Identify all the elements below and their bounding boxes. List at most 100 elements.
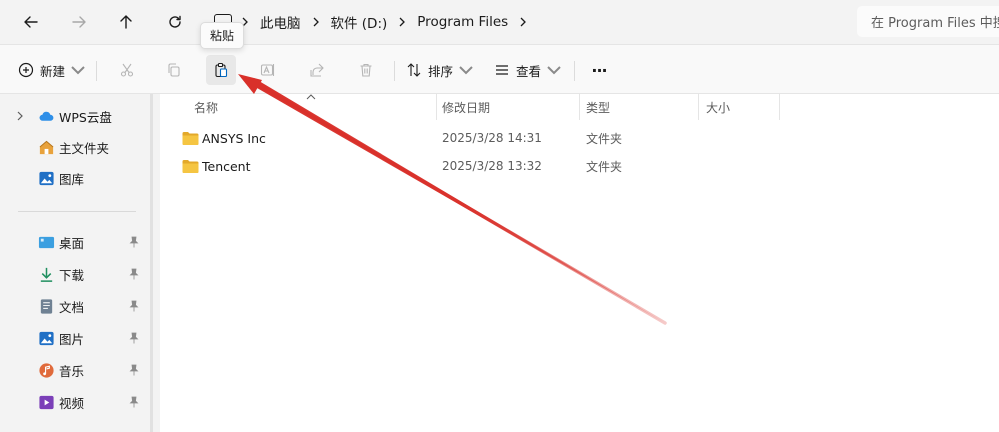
share-button[interactable] <box>302 55 332 85</box>
back-button[interactable] <box>16 8 46 36</box>
cloud-icon <box>38 108 55 125</box>
desktop-icon <box>38 234 55 251</box>
document-icon <box>38 298 55 315</box>
copy-button[interactable] <box>159 55 189 85</box>
sidebar-item-label: 视频 <box>59 395 85 411</box>
sidebar-item-pictures[interactable]: 图片 <box>0 323 150 353</box>
pin-icon[interactable] <box>128 236 140 248</box>
chevron-down-icon <box>71 66 85 75</box>
file-date: 2025/3/28 14:31 <box>442 131 542 145</box>
file-name: ANSYS Inc <box>202 130 266 146</box>
breadcrumb-program-files[interactable]: Program Files <box>413 14 512 30</box>
sidebar-divider <box>18 211 136 212</box>
column-header-date[interactable]: 修改日期 <box>442 94 490 120</box>
sidebar-item-label: 图库 <box>59 171 85 187</box>
chevron-right-icon[interactable] <box>512 8 534 36</box>
column-divider[interactable] <box>698 94 699 120</box>
column-header-name[interactable]: 名称 <box>194 94 218 120</box>
sidebar-item-label: 桌面 <box>59 235 85 251</box>
sidebar-item-wps-cloud[interactable]: WPS云盘 <box>0 101 150 131</box>
file-name: Tencent <box>202 158 251 174</box>
plus-circle-icon <box>18 62 34 78</box>
column-divider[interactable] <box>579 94 580 120</box>
column-divider[interactable] <box>436 94 437 120</box>
cut-button[interactable] <box>112 55 142 85</box>
more-options-button[interactable]: ··· <box>584 55 614 85</box>
sidebar-item-downloads[interactable]: 下载 <box>0 259 150 289</box>
search-placeholder: 在 Program Files 中搜 <box>871 16 999 31</box>
search-input[interactable]: 在 Program Files 中搜 <box>857 6 999 37</box>
video-icon <box>38 394 55 411</box>
pin-icon[interactable] <box>128 396 140 408</box>
arrow-left-icon <box>24 16 38 28</box>
sidebar-item-label: 主文件夹 <box>59 140 110 156</box>
sidebar-item-label: WPS云盘 <box>59 109 112 125</box>
pictures-icon <box>38 330 55 347</box>
view-button[interactable]: 查看 <box>492 55 564 85</box>
breadcrumb-drive-d[interactable]: 软件 (D:) <box>327 12 392 32</box>
refresh-icon <box>169 15 181 28</box>
gallery-icon <box>38 170 55 187</box>
sort-button[interactable]: 排序 <box>404 55 476 85</box>
sidebar-item-gallery[interactable]: 图库 <box>0 163 150 193</box>
delete-button[interactable] <box>351 55 381 85</box>
sidebar-item-desktop[interactable]: 桌面 <box>0 227 150 257</box>
pin-icon[interactable] <box>128 332 140 344</box>
toolbar-divider <box>96 61 97 81</box>
chevron-right-icon[interactable] <box>391 8 413 36</box>
trash-icon <box>360 63 372 77</box>
new-button-label: 新建 <box>39 63 65 79</box>
table-row[interactable]: ANSYS Inc 2025/3/28 14:31 文件夹 <box>178 125 738 151</box>
clipboard-icon <box>215 62 228 78</box>
breadcrumb-this-pc[interactable]: 此电脑 <box>256 12 305 32</box>
sidebar-item-label: 图片 <box>59 331 85 347</box>
folder-icon <box>182 132 199 145</box>
pin-icon[interactable] <box>128 300 140 312</box>
download-icon <box>38 266 55 283</box>
chevron-right-icon[interactable] <box>15 111 25 121</box>
column-header-type[interactable]: 类型 <box>586 94 610 120</box>
up-button[interactable] <box>111 8 141 36</box>
column-divider[interactable] <box>779 94 780 120</box>
pin-icon[interactable] <box>128 364 140 376</box>
sidebar-item-home[interactable]: 主文件夹 <box>0 132 150 162</box>
toolbar-divider <box>394 61 395 81</box>
chevron-up-icon <box>306 94 316 100</box>
sidebar-item-label: 文档 <box>59 299 85 315</box>
paste-button[interactable] <box>206 55 236 85</box>
command-bar: 新建 排序 查看 ··· <box>0 44 999 94</box>
chevron-right-icon[interactable] <box>305 8 327 36</box>
table-row[interactable]: Tencent 2025/3/28 13:32 文件夹 <box>178 153 738 179</box>
folder-icon <box>182 160 199 173</box>
copy-icon <box>168 63 180 77</box>
scissors-icon <box>120 63 134 77</box>
column-header-size[interactable]: 大小 <box>706 94 730 120</box>
pin-icon[interactable] <box>128 268 140 280</box>
file-type: 文件夹 <box>586 131 623 146</box>
sidebar-item-videos[interactable]: 视频 <box>0 387 150 417</box>
file-date: 2025/3/28 13:32 <box>442 159 542 173</box>
new-button[interactable]: 新建 <box>16 55 88 85</box>
breadcrumb: 此电脑 软件 (D:) Program Files <box>214 8 534 36</box>
share-icon <box>310 63 324 77</box>
chevron-down-icon <box>547 66 561 75</box>
navigation-pane: WPS云盘 主文件夹 图库 桌面 下载 文档 图片 音乐 视频 <box>0 94 160 432</box>
sidebar-item-label: 下载 <box>59 267 85 283</box>
rename-button[interactable] <box>253 55 283 85</box>
arrow-up-icon <box>120 15 132 29</box>
address-bar: 此电脑 软件 (D:) Program Files 在 Program File… <box>0 0 999 44</box>
arrow-right-icon <box>72 16 86 28</box>
sidebar-item-documents[interactable]: 文档 <box>0 291 150 321</box>
view-list-icon <box>495 65 508 75</box>
sidebar-item-music[interactable]: 音乐 <box>0 355 150 385</box>
sidebar-item-label: 音乐 <box>59 363 85 379</box>
refresh-button[interactable] <box>160 8 190 36</box>
music-icon <box>38 362 55 379</box>
forward-button[interactable] <box>64 8 94 36</box>
chevron-down-icon <box>459 66 473 75</box>
home-icon <box>38 139 55 156</box>
file-list: 名称 修改日期 类型 大小 ANSYS Inc 2025/3/28 14:31 … <box>160 94 999 432</box>
sidebar-scrollbar[interactable] <box>150 94 153 432</box>
sort-icon <box>407 63 421 77</box>
file-type: 文件夹 <box>586 159 623 174</box>
